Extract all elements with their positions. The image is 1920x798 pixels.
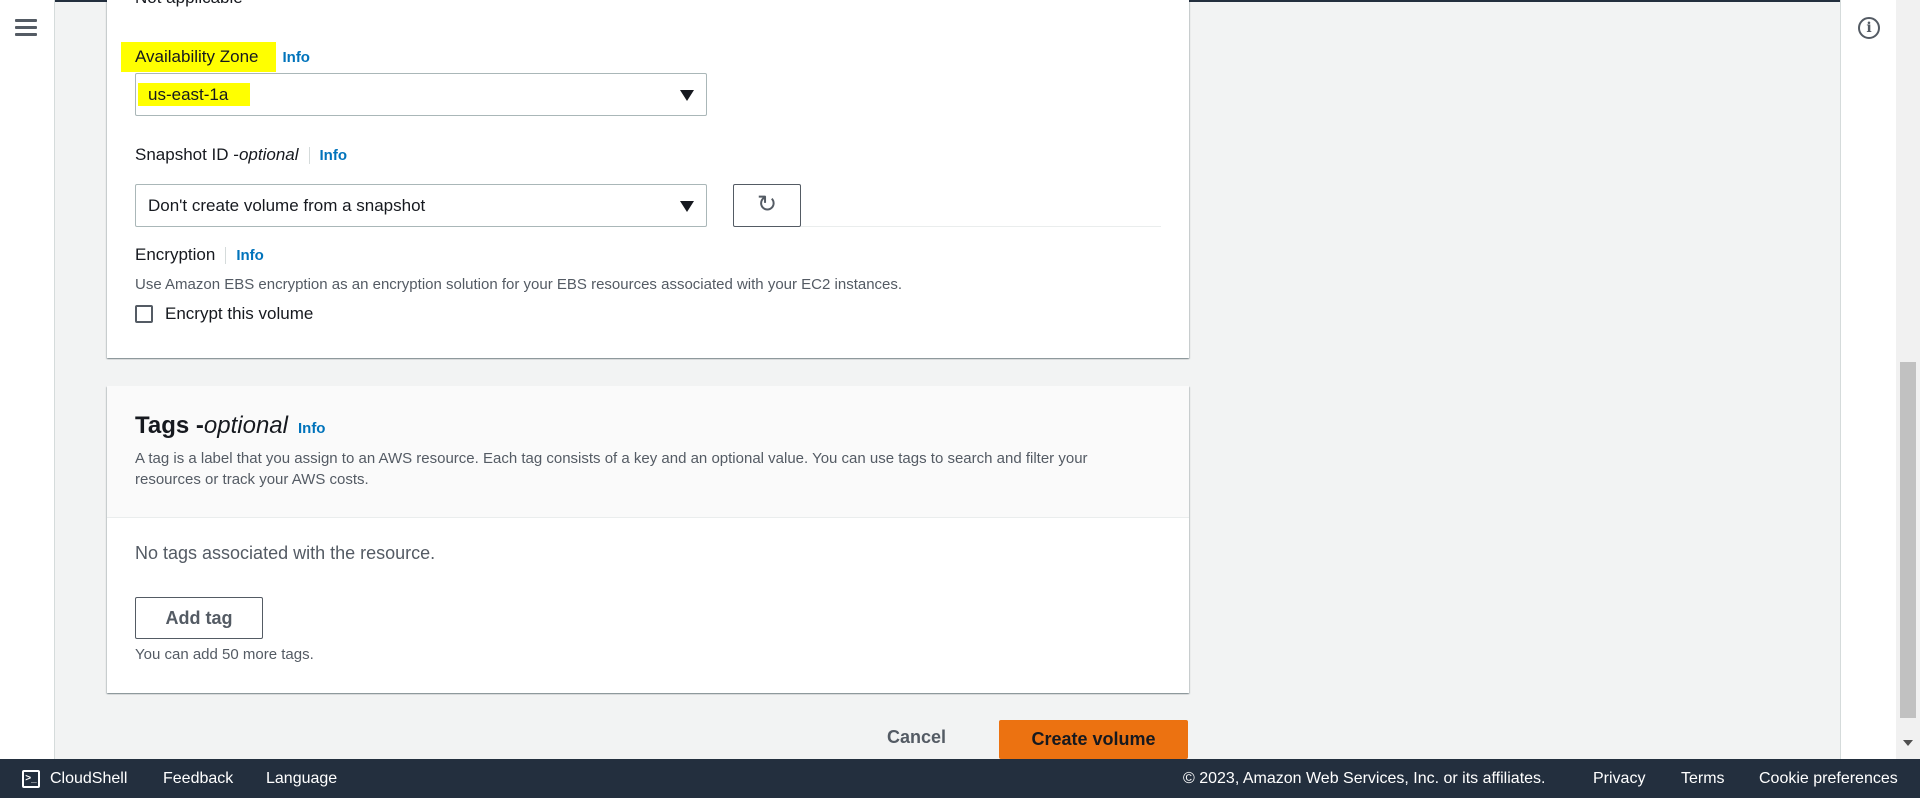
snapshot-value: Don't create volume from a snapshot [148, 196, 426, 215]
tags-info-link[interactable]: Info [298, 420, 326, 437]
tags-title-row: Tags - optional Info [135, 412, 325, 440]
hamburger-menu-icon[interactable] [15, 19, 37, 37]
scrollbar-thumb[interactable] [1900, 362, 1916, 718]
encryption-description: Use Amazon EBS encryption as an encrypti… [135, 276, 903, 293]
availability-zone-label: Availability Zone [121, 42, 277, 72]
tags-description: A tag is a label that you assign to an A… [135, 450, 1088, 488]
caret-down-icon [680, 90, 694, 101]
tags-limit-text: You can add 50 more tags. [135, 646, 314, 663]
snapshot-select[interactable]: Don't create volume from a snapshot [135, 184, 707, 227]
encrypt-volume-checkbox-row[interactable]: Encrypt this volume [135, 304, 313, 324]
tags-optional-label: optional [203, 412, 288, 439]
snapshot-optional-label: optional [238, 145, 299, 164]
snapshot-label-row: Snapshot ID - optional Info [135, 145, 347, 165]
cloudshell-icon[interactable]: >_ [22, 770, 40, 788]
encrypt-volume-label[interactable]: Encrypt this volume [165, 304, 313, 324]
scroll-down-arrow-icon[interactable] [1903, 740, 1913, 746]
copyright-text: © 2023, Amazon Web Services, Inc. or its… [1183, 770, 1546, 787]
availability-zone-label-row: Availability Zone Info [121, 42, 310, 72]
cut-off-text: Not applicable [135, 0, 243, 8]
encryption-label: Encryption [135, 245, 216, 264]
encrypt-volume-checkbox[interactable] [135, 305, 153, 323]
cloudshell-link[interactable]: CloudShell [50, 770, 127, 788]
caret-down-icon [680, 201, 694, 212]
divider [801, 226, 1161, 227]
snapshot-info-link[interactable]: Info [308, 146, 347, 164]
refresh-button[interactable]: ↻ [733, 184, 801, 227]
feedback-link[interactable]: Feedback [163, 770, 233, 788]
terms-link[interactable]: Terms [1681, 770, 1725, 788]
encryption-label-row: Encryption Info [135, 245, 264, 265]
add-tag-button[interactable]: Add tag [135, 597, 263, 639]
tags-title: Tags - [135, 412, 204, 439]
refresh-icon: ↻ [756, 191, 778, 218]
availability-zone-info-link[interactable]: Info [282, 49, 310, 66]
availability-zone-value: us-east-1a [138, 83, 251, 106]
info-panel-icon[interactable]: i [1858, 17, 1880, 39]
privacy-link[interactable]: Privacy [1593, 770, 1645, 788]
create-volume-button[interactable]: Create volume [999, 720, 1188, 759]
availability-zone-select[interactable]: us-east-1a [135, 73, 707, 116]
no-tags-message: No tags associated with the resource. [135, 543, 436, 563]
snapshot-label: Snapshot ID - [135, 145, 239, 164]
cookie-preferences-link[interactable]: Cookie preferences [1759, 770, 1898, 788]
footer: >_ CloudShell Feedback Language © 2023, … [0, 759, 1920, 798]
encryption-info-link[interactable]: Info [225, 246, 264, 264]
language-link[interactable]: Language [266, 770, 337, 788]
right-tools-rail: i [1840, 0, 1896, 759]
cancel-button[interactable]: Cancel [887, 727, 946, 748]
left-navigation-rail [0, 0, 55, 759]
scrollbar[interactable] [1896, 0, 1920, 759]
